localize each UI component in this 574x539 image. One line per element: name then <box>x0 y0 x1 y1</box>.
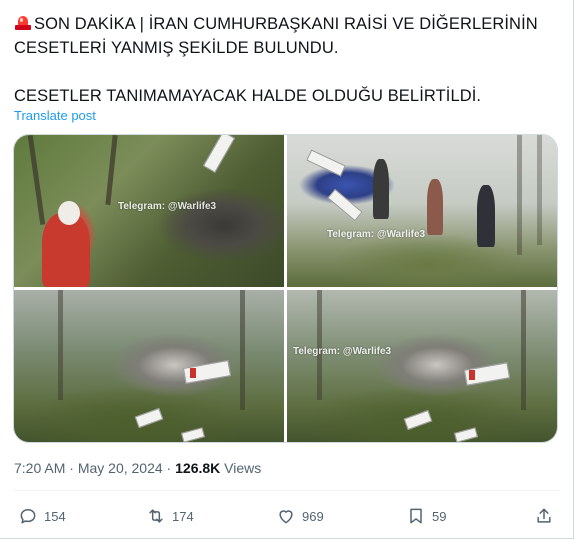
tweet-text: SON DAKİKA | İRAN CUMHURBAŞKANI RAİSİ VE… <box>14 12 554 108</box>
action-bar: 154 174 969 59 <box>0 503 574 529</box>
tweet-meta: 7:20 AM · May 20, 2024 · 126.8K Views <box>14 460 261 476</box>
reply-icon <box>20 509 36 524</box>
tweet-line-1-text: SON DAKİKA | İRAN CUMHURBAŞKANI RAİSİ VE… <box>34 15 538 33</box>
photo-1[interactable]: Telegram: @Warlife3 <box>14 135 284 287</box>
reply-button[interactable]: 154 <box>18 503 66 529</box>
watermark-3: Telegram: @Warlife3 <box>293 346 392 357</box>
tweet-line-2: CESETLERİ YANMIŞ ŞEKİLDE BULUNDU. <box>14 39 339 57</box>
views-label: Views <box>220 460 262 476</box>
divider <box>14 490 559 491</box>
bookmark-icon <box>410 508 422 524</box>
tweet-line-3: CESETLER TANIMAMAYACAK HALDE OLDUĞU BELİ… <box>14 87 482 105</box>
repost-button[interactable]: 174 <box>146 503 194 529</box>
photo-3[interactable] <box>14 290 284 442</box>
bookmark-count: 59 <box>432 508 447 524</box>
watermark-2: Telegram: @Warlife3 <box>327 229 426 240</box>
meta-separator: · <box>65 460 78 476</box>
siren-icon <box>14 14 32 31</box>
share-icon <box>537 508 551 523</box>
paragraph-break <box>14 60 554 84</box>
repost-count: 174 <box>172 508 194 524</box>
media-grid: Telegram: @Warlife3 Telegram: @Warlife3 <box>13 134 558 443</box>
timestamp-date[interactable]: May 20, 2024 <box>78 460 163 476</box>
photo-4[interactable]: Telegram: @Warlife3 <box>287 290 557 442</box>
heart-icon <box>279 510 293 524</box>
translate-post-link[interactable]: Translate post <box>14 108 96 123</box>
bookmark-button[interactable]: 59 <box>406 503 446 529</box>
like-button[interactable]: 969 <box>276 503 324 529</box>
photo-2[interactable]: Telegram: @Warlife3 <box>287 135 557 287</box>
views-count: 126.8K <box>175 460 221 476</box>
tweet-card: SON DAKİKA | İRAN CUMHURBAŞKANI RAİSİ VE… <box>0 0 574 539</box>
tweet-line-1: SON DAKİKA | İRAN CUMHURBAŞKANI RAİSİ VE… <box>14 12 554 36</box>
timestamp-time[interactable]: 7:20 AM <box>14 460 65 476</box>
share-button[interactable] <box>534 503 560 529</box>
watermark-1: Telegram: @Warlife3 <box>118 201 217 212</box>
meta-separator-2: · <box>162 460 176 476</box>
reply-count: 154 <box>44 508 66 524</box>
repost-icon <box>149 509 163 523</box>
like-count: 969 <box>302 508 324 524</box>
